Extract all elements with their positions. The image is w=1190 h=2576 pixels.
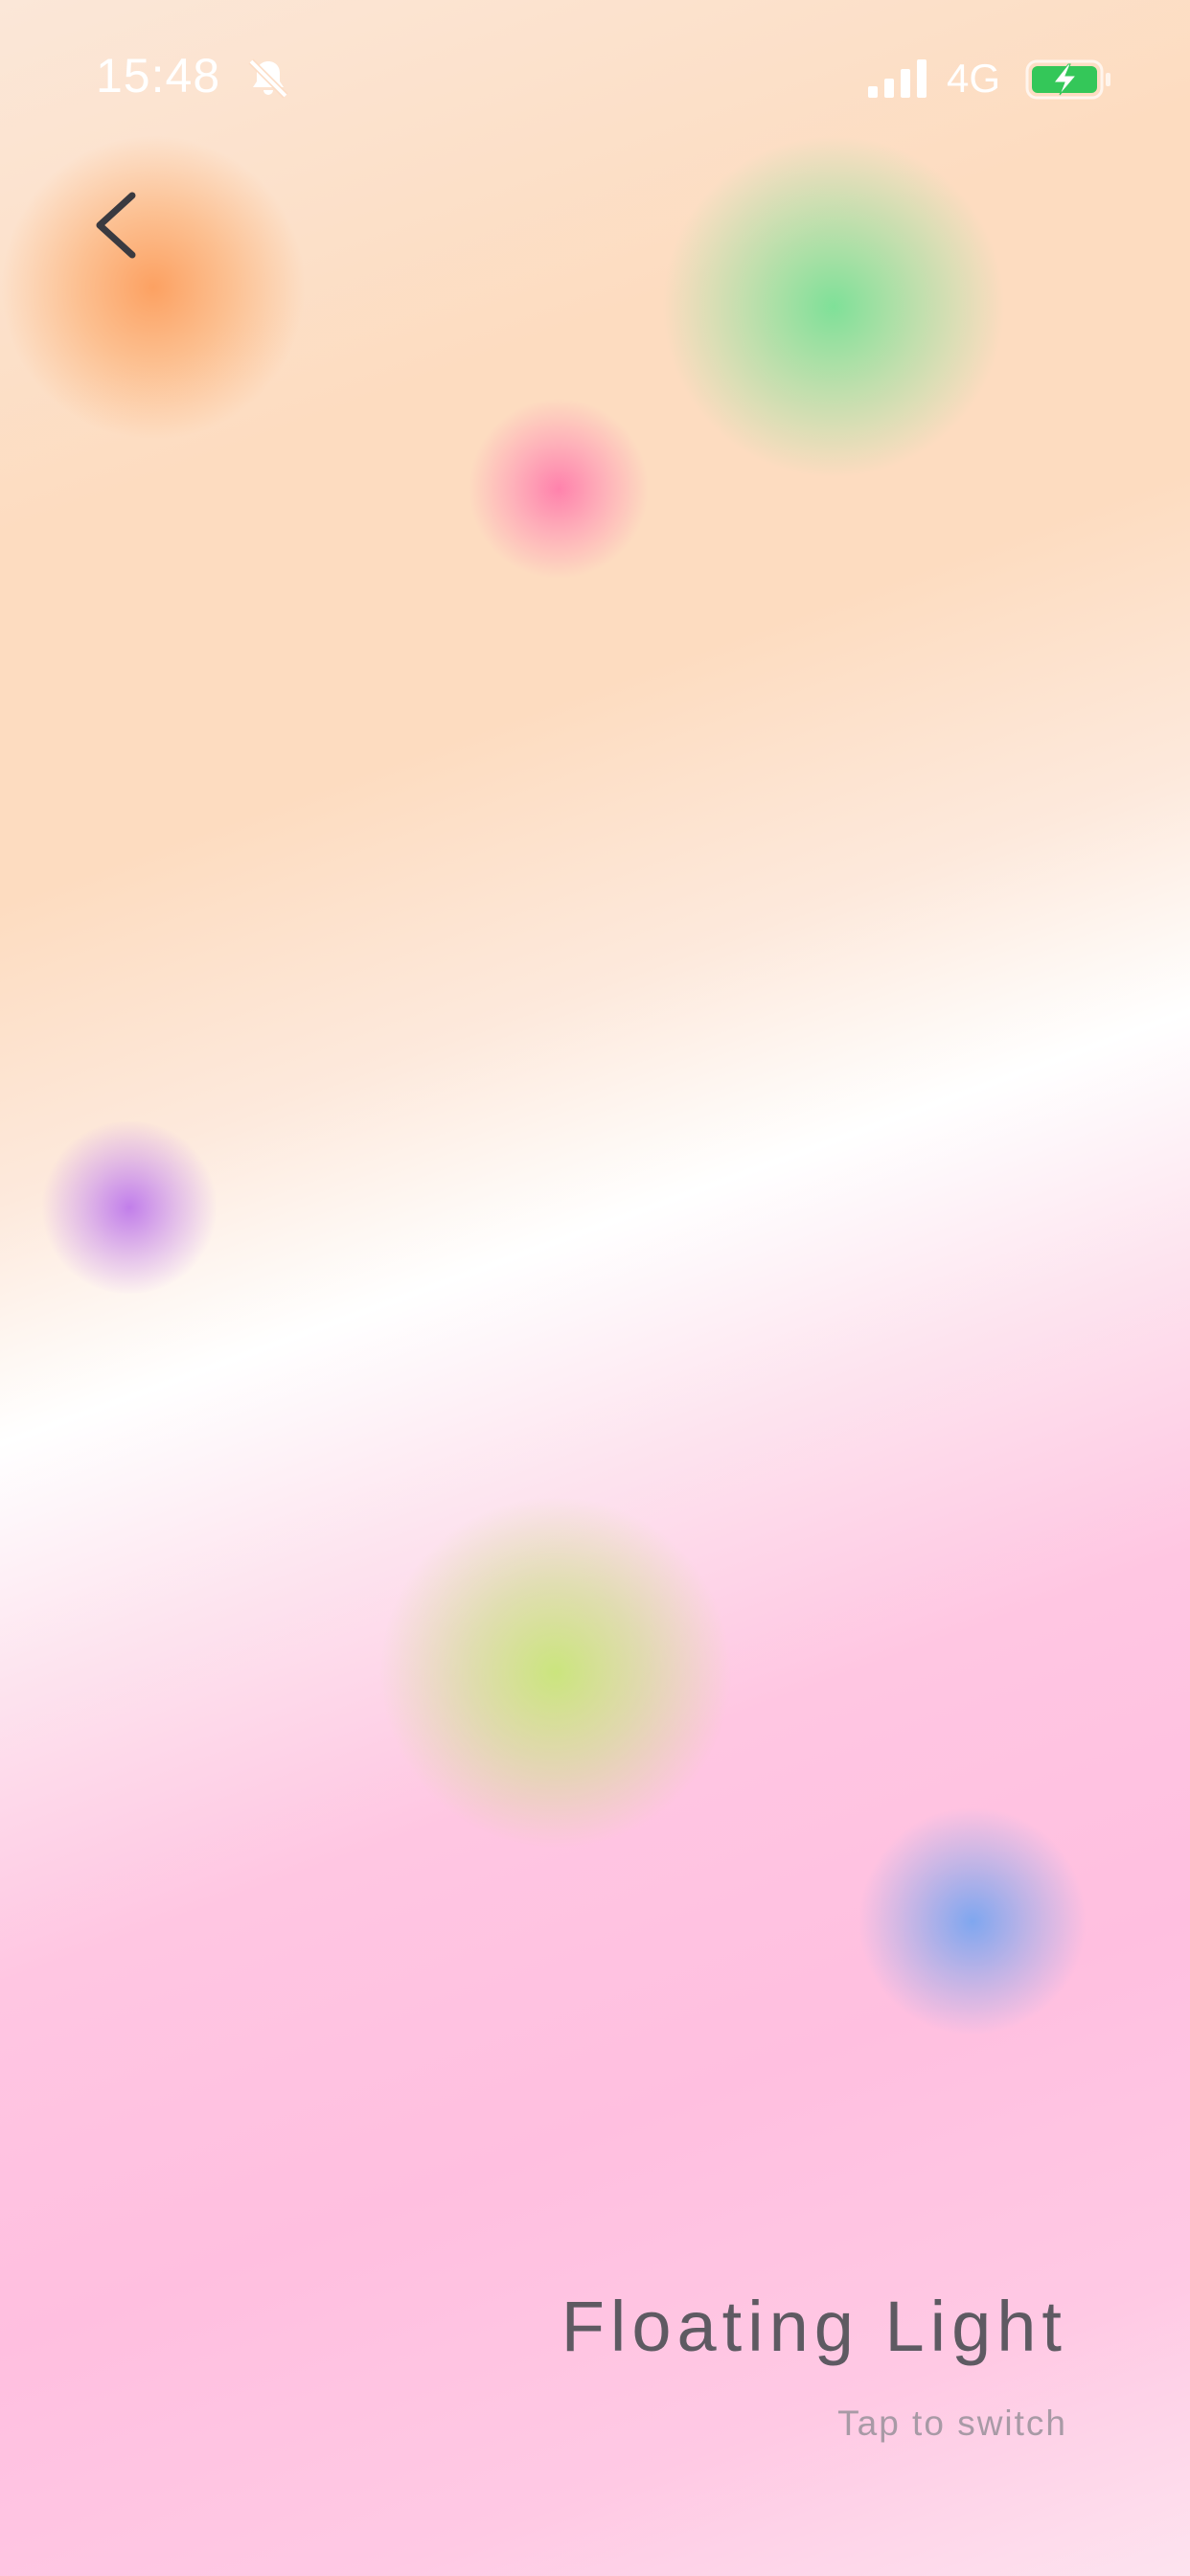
battery-charging-icon (1025, 59, 1110, 100)
lime-light-orb (378, 1495, 733, 1850)
orange-light-orb (0, 134, 307, 441)
cellular-signal-icon (868, 59, 927, 98)
blue-light-orb (858, 1806, 1087, 2036)
scene-title: Floating Light (561, 2287, 1067, 2366)
pink-light-orb (468, 398, 650, 580)
status-time: 15:48 (96, 49, 221, 103)
purple-light-orb (38, 1121, 220, 1294)
floating-light-screen[interactable]: 15:48 4G Floating Light Tap to switch (0, 0, 1190, 2576)
bell-slash-icon (248, 58, 288, 99)
status-bar: 15:48 4G (0, 0, 1190, 153)
green-light-orb (661, 134, 1006, 479)
network-type: 4G (947, 56, 1001, 101)
back-button[interactable] (77, 182, 153, 268)
tap-to-switch-hint[interactable]: Tap to switch (837, 2404, 1067, 2444)
chevron-left-icon (96, 192, 136, 259)
